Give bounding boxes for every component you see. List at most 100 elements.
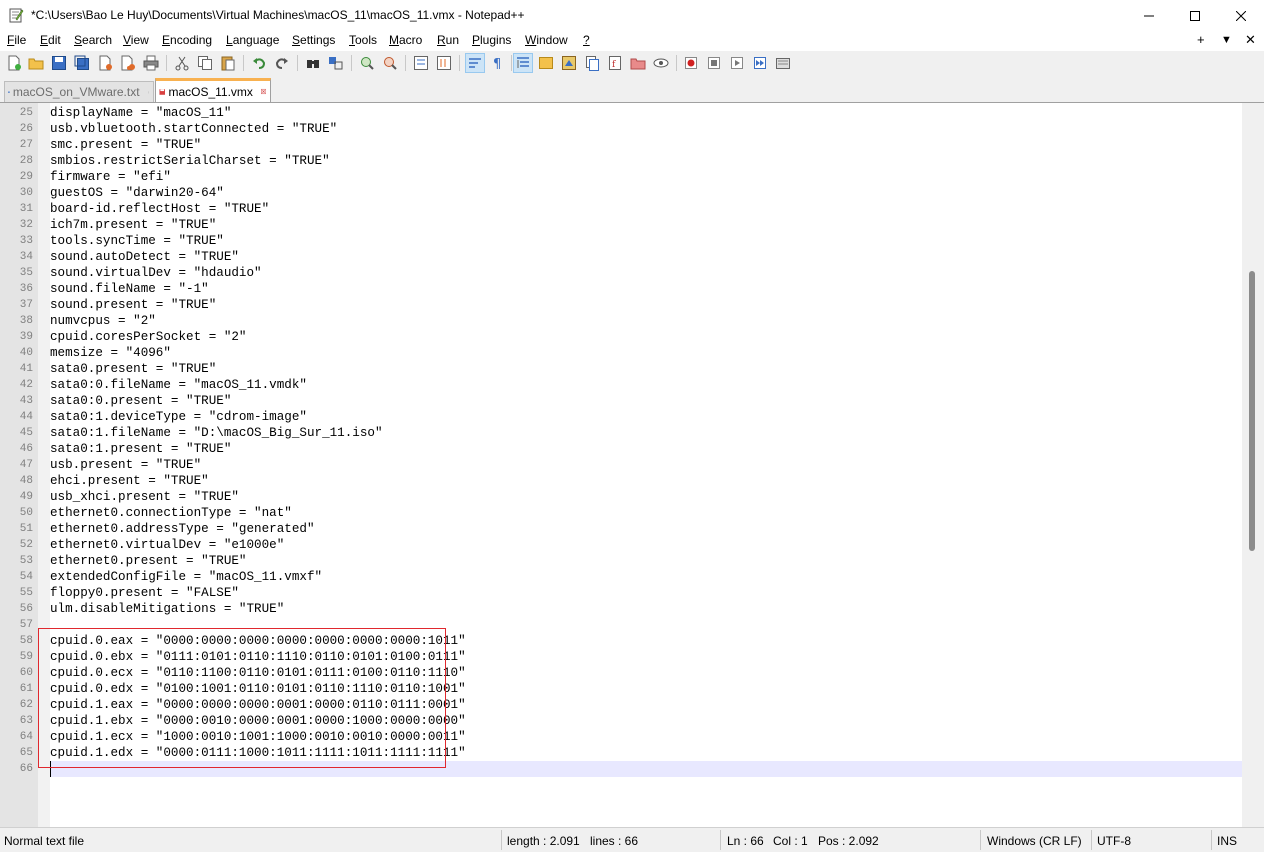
code-line[interactable]: 56 ulm.disableMitigations = "TRUE" (0, 601, 1242, 617)
menu-edit[interactable]: Edit (40, 33, 61, 47)
line-text: tools.syncTime = "TRUE" (50, 234, 224, 248)
stop-macro-button[interactable] (704, 53, 724, 73)
code-line[interactable]: 47 usb.present = "TRUE" (0, 457, 1242, 473)
maximize-button[interactable] (1172, 0, 1218, 31)
cut-button[interactable] (172, 53, 192, 73)
paste-button[interactable] (218, 53, 238, 73)
code-line[interactable]: 41 sata0.present = "TRUE" (0, 361, 1242, 377)
tab-bar: macOS_on_VMware.txt macOS_11.vmx (0, 78, 1264, 103)
save-all-button[interactable] (72, 53, 92, 73)
new-file-button[interactable] (4, 53, 24, 73)
undo-button[interactable] (249, 53, 269, 73)
menu-view[interactable]: View (123, 33, 149, 47)
code-line[interactable]: 54 extendedConfigFile = "macOS_11.vmxf" (0, 569, 1242, 585)
code-line[interactable]: 43 sata0:0.present = "TRUE" (0, 393, 1242, 409)
zoom-in-button[interactable] (357, 53, 377, 73)
function-list-button[interactable]: f (605, 53, 625, 73)
code-line[interactable]: 35 sound.virtualDev = "hdaudio" (0, 265, 1242, 281)
indent-guide-button[interactable] (513, 53, 533, 73)
code-line[interactable]: 25 displayName = "macOS_11" (0, 105, 1242, 121)
code-line[interactable]: 32 ich7m.present = "TRUE" (0, 217, 1242, 233)
menu-file[interactable]: File (7, 33, 26, 47)
menu-search[interactable]: Search (74, 33, 112, 47)
code-line[interactable]: 53 ethernet0.present = "TRUE" (0, 553, 1242, 569)
redo-button[interactable] (272, 53, 292, 73)
status-encoding[interactable]: UTF-8 (1097, 834, 1131, 848)
status-eol[interactable]: Windows (CR LF) (987, 834, 1082, 848)
code-line[interactable]: 42 sata0:0.fileName = "macOS_11.vmdk" (0, 377, 1242, 393)
print-button[interactable] (141, 53, 161, 73)
monitoring-button[interactable] (651, 53, 671, 73)
line-number: 34 (19, 251, 33, 263)
minimize-button[interactable] (1126, 0, 1172, 31)
code-line[interactable]: 51 ethernet0.addressType = "generated" (0, 521, 1242, 537)
tab-macos-on-vmware[interactable]: macOS_on_VMware.txt (4, 81, 154, 102)
sync-horizontal-button[interactable] (434, 53, 454, 73)
code-line[interactable]: 38 numvcpus = "2" (0, 313, 1242, 329)
code-line[interactable]: 34 sound.autoDetect = "TRUE" (0, 249, 1242, 265)
replace-button[interactable] (326, 53, 346, 73)
folder-workspace-button[interactable] (628, 53, 648, 73)
close-file-button[interactable] (95, 53, 115, 73)
code-line[interactable]: 50 ethernet0.connectionType = "nat" (0, 505, 1242, 521)
code-line[interactable]: 46 sata0:1.present = "TRUE" (0, 441, 1242, 457)
close-document-button[interactable]: ✕ (1245, 32, 1256, 48)
run-macro-multiple-button[interactable] (750, 53, 770, 73)
save-button[interactable] (49, 53, 69, 73)
code-line[interactable]: 39 cpuid.coresPerSocket = "2" (0, 329, 1242, 345)
code-line[interactable]: 49 usb_xhci.present = "TRUE" (0, 489, 1242, 505)
word-wrap-button[interactable] (465, 53, 485, 73)
tab-close-icon[interactable] (147, 87, 149, 98)
menu-help[interactable]: ? (583, 33, 590, 47)
line-number: 44 (19, 411, 33, 423)
menu-plugins[interactable]: Plugins (472, 33, 511, 47)
menu-encoding[interactable]: Encoding (162, 33, 212, 47)
code-line[interactable]: 28 smbios.restrictSerialCharset = "TRUE" (0, 153, 1242, 169)
vertical-scrollbar-thumb[interactable] (1249, 271, 1255, 551)
show-all-characters-button[interactable]: ¶ (488, 53, 508, 73)
sync-vertical-button[interactable] (411, 53, 431, 73)
code-line[interactable]: 52 ethernet0.virtualDev = "e1000e" (0, 537, 1242, 553)
text-editor[interactable]: 25 displayName = "macOS_11" 26 usb.vbluetoo… (0, 103, 1264, 827)
code-line[interactable]: 31 board-id.reflectHost = "TRUE" (0, 201, 1242, 217)
code-line[interactable]: 36 sound.fileName = "-1" (0, 281, 1242, 297)
menu-run[interactable]: Run (437, 33, 459, 47)
menu-language[interactable]: Language (226, 33, 279, 47)
code-line[interactable]: 44 sata0:1.deviceType = "cdrom-image" (0, 409, 1242, 425)
code-line[interactable]: 26 usb.vbluetooth.startConnected = "TRUE" (0, 121, 1242, 137)
open-file-button[interactable] (26, 53, 46, 73)
document-map-button[interactable] (559, 53, 579, 73)
menu-window[interactable]: Window (525, 33, 568, 47)
code-line[interactable]: 30 guestOS = "darwin20-64" (0, 185, 1242, 201)
find-button[interactable] (303, 53, 323, 73)
code-line[interactable]: 27 smc.present = "TRUE" (0, 137, 1242, 153)
toolbar: ¶ f (0, 51, 1264, 75)
line-number: 29 (19, 171, 33, 183)
menu-settings[interactable]: Settings (292, 33, 335, 47)
tab-list-button[interactable]: ▼ (1221, 34, 1232, 46)
code-line[interactable]: 40 memsize = "4096" (0, 345, 1242, 361)
tab-macos-11-vmx[interactable]: macOS_11.vmx (155, 78, 271, 102)
code-line[interactable]: 37 sound.present = "TRUE" (0, 297, 1242, 313)
sync-horizontal-icon (437, 56, 451, 70)
code-line[interactable]: 29 firmware = "efi" (0, 169, 1242, 185)
document-list-button[interactable] (582, 53, 602, 73)
zoom-out-button[interactable] (380, 53, 400, 73)
code-line[interactable]: 55 floppy0.present = "FALSE" (0, 585, 1242, 601)
code-line[interactable]: 48 ehci.present = "TRUE" (0, 473, 1242, 489)
record-macro-button[interactable] (681, 53, 701, 73)
save-macro-button[interactable] (773, 53, 793, 73)
code-line[interactable]: 45 sata0:1.fileName = "D:\macOS_Big_Sur_1… (0, 425, 1242, 441)
line-text: sata0:1.deviceType = "cdrom-image" (50, 410, 307, 424)
menu-macro[interactable]: Macro (389, 33, 422, 47)
code-line[interactable]: 33 tools.syncTime = "TRUE" (0, 233, 1242, 249)
copy-button[interactable] (195, 53, 215, 73)
close-all-button[interactable] (118, 53, 138, 73)
menu-tools[interactable]: Tools (349, 33, 377, 47)
close-button[interactable] (1218, 0, 1264, 31)
tab-close-icon[interactable] (260, 86, 266, 97)
play-macro-button[interactable] (727, 53, 747, 73)
udl-button[interactable] (536, 53, 556, 73)
status-col: Col : 1 (773, 834, 808, 848)
new-tab-button[interactable]: + (1197, 32, 1205, 47)
